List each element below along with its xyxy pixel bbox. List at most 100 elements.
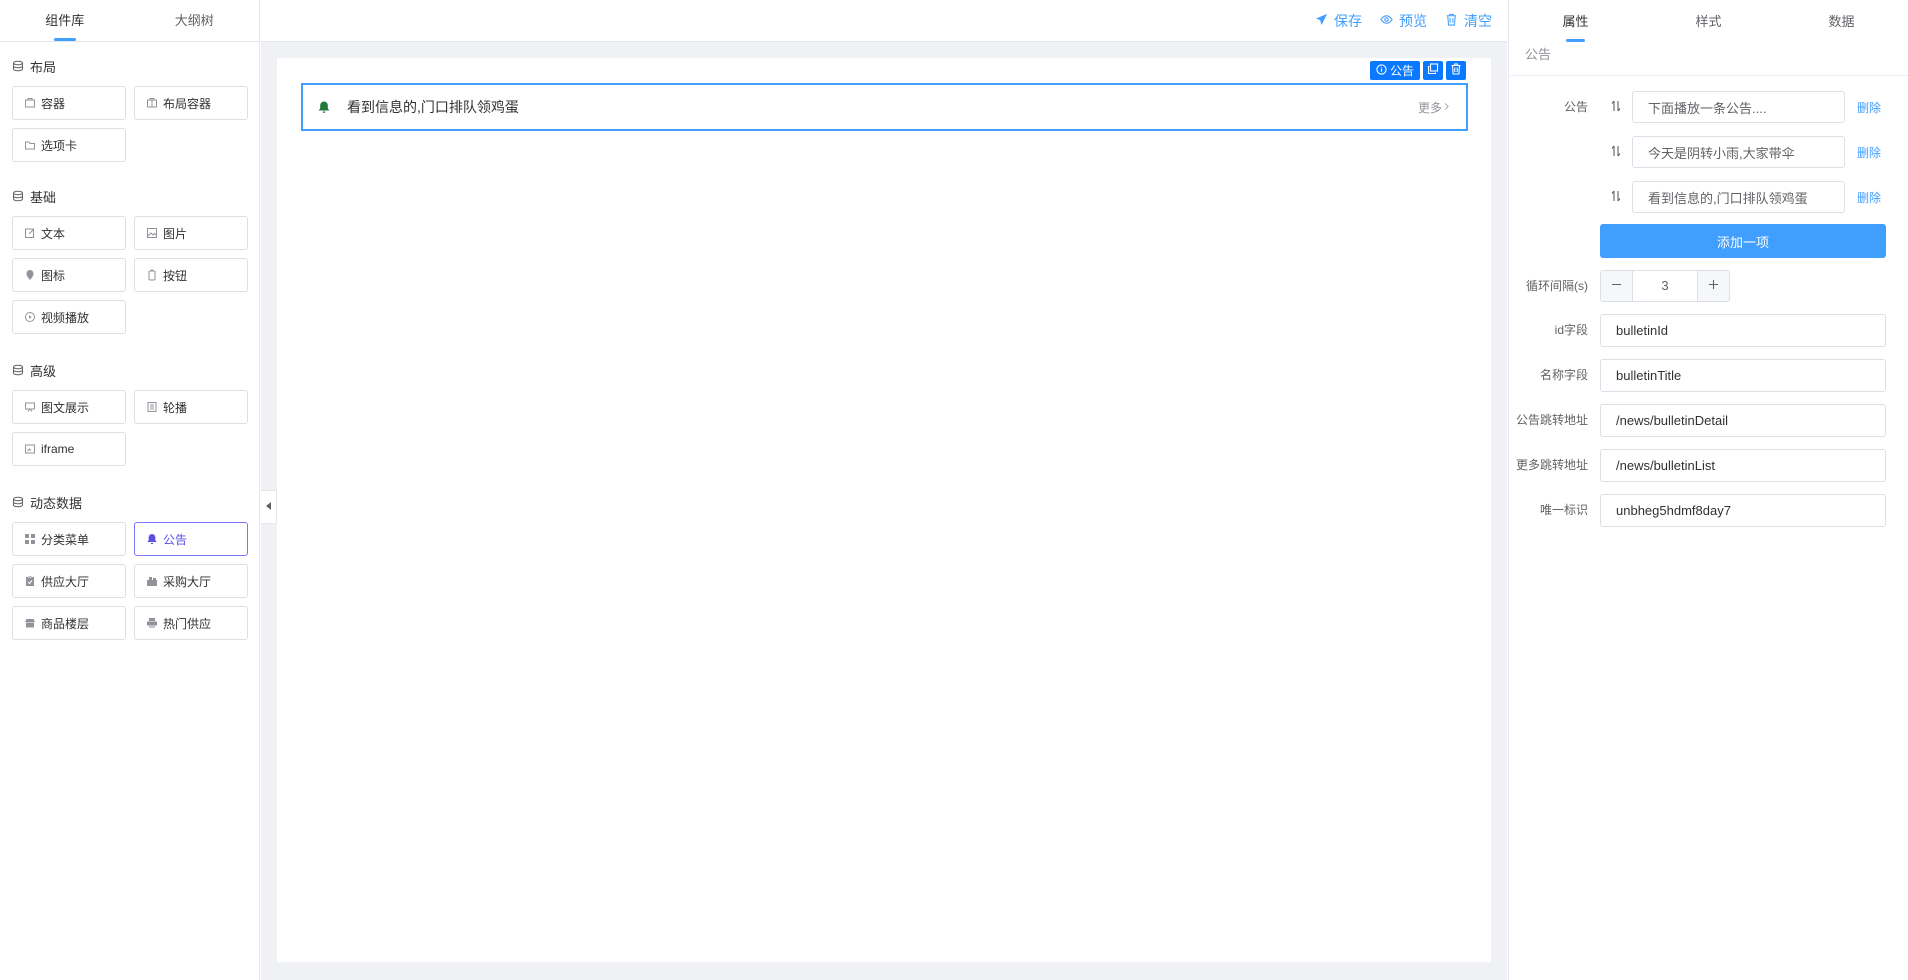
comp-category-menu[interactable]: 分类菜单 <box>12 522 126 556</box>
comp-video[interactable]: 视频播放 <box>12 300 126 334</box>
tab-outline-tree[interactable]: 大纲树 <box>130 0 260 41</box>
comp-carousel[interactable]: 轮播 <box>134 390 248 424</box>
unique-id-label: 唯一标识 <box>1539 503 1588 517</box>
trash-icon <box>1445 13 1458 29</box>
add-item-button[interactable]: 添加一项 <box>1600 224 1886 258</box>
database-icon <box>12 190 24 202</box>
right-tabs: 属性 样式 数据 <box>1509 0 1908 42</box>
comp-image[interactable]: 图片 <box>134 216 248 250</box>
send-icon <box>1315 13 1328 29</box>
unique-id-input[interactable] <box>1600 494 1886 527</box>
bulletin-item-input[interactable] <box>1632 181 1845 213</box>
left-tabs: 组件库 大纲树 <box>0 0 259 42</box>
tab-style[interactable]: 样式 <box>1642 0 1775 42</box>
group-title: 布局 <box>30 59 57 75</box>
preview-button[interactable]: 预览 <box>1380 11 1427 31</box>
group-basic: 基础 文本 图片 图标 按钮 视频播放 <box>0 186 259 334</box>
eye-icon <box>1380 13 1393 29</box>
canvas-page[interactable]: 公告 看到信息的,门口排队领鸡蛋 更多 <box>277 58 1491 962</box>
delete-item-link[interactable]: 删除 <box>1857 189 1881 206</box>
comp-product-floor[interactable]: 商品楼层 <box>12 606 126 640</box>
group-advanced: 高级 图文展示 轮播 iframe <box>0 360 259 466</box>
bulletin-item-input[interactable] <box>1632 91 1845 123</box>
tab-component-library[interactable]: 组件库 <box>0 0 130 41</box>
comp-button[interactable]: 按钮 <box>134 258 248 292</box>
image-icon <box>146 227 158 239</box>
database-icon <box>12 496 24 508</box>
selected-component-tag: 公告 <box>1369 61 1420 80</box>
collapse-panel-toggle[interactable] <box>261 490 277 524</box>
copy-component-button[interactable] <box>1423 61 1443 80</box>
delete-item-link[interactable]: 删除 <box>1857 99 1881 116</box>
print-icon <box>146 617 158 629</box>
plus-icon <box>1708 277 1719 295</box>
shop-icon <box>24 617 36 629</box>
bulletin-text: 看到信息的,门口排队领鸡蛋 <box>347 99 519 115</box>
component-panel: 组件库 大纲树 布局 容器 布局容器 选项卡 基础 文本 图片 图标 按钮 视频… <box>0 0 260 980</box>
sort-handle-icon[interactable] <box>1600 145 1632 160</box>
more-jump-url-input[interactable] <box>1600 449 1886 482</box>
bulletin-item: 删除 <box>1600 136 1908 168</box>
canvas-area: 公告 看到信息的,门口排队领鸡蛋 更多 <box>261 42 1507 980</box>
interval-value[interactable]: 3 <box>1633 271 1697 301</box>
properties-panel: 属性 样式 数据 公告 公告 删除 删除 删除 <box>1508 0 1908 980</box>
folder-icon <box>24 139 36 151</box>
clear-button[interactable]: 清空 <box>1445 11 1492 31</box>
delete-component-button[interactable] <box>1446 61 1466 80</box>
iframe-icon <box>24 443 36 455</box>
bulletin-items-label: 公告 <box>1563 100 1588 114</box>
decrement-button[interactable] <box>1601 271 1633 301</box>
top-toolbar: 保存 预览 清空 <box>261 0 1507 42</box>
video-icon <box>24 311 36 323</box>
database-icon <box>12 60 24 72</box>
bulletin-item: 删除 <box>1600 181 1908 213</box>
minus-icon <box>1611 277 1622 295</box>
bulletin-component[interactable]: 看到信息的,门口排队领鸡蛋 更多 <box>301 83 1468 131</box>
tab-properties[interactable]: 属性 <box>1509 0 1642 42</box>
clipboard-icon <box>24 575 36 587</box>
increment-button[interactable] <box>1697 271 1729 301</box>
bulletin-item-input[interactable] <box>1632 136 1845 168</box>
sort-handle-icon[interactable] <box>1600 100 1632 115</box>
bell-icon <box>317 100 331 114</box>
comp-iframe[interactable]: iframe <box>12 432 126 466</box>
comp-layout-container[interactable]: 布局容器 <box>134 86 248 120</box>
comp-hot-supply[interactable]: 热门供应 <box>134 606 248 640</box>
layout-container-icon <box>146 97 158 109</box>
bulletin-more-link[interactable]: 更多 <box>1418 99 1450 116</box>
name-field-input[interactable] <box>1600 359 1886 392</box>
info-icon <box>1376 63 1387 78</box>
comp-bulletin[interactable]: 公告 <box>134 522 248 556</box>
jump-url-input[interactable] <box>1600 404 1886 437</box>
tab-data[interactable]: 数据 <box>1775 0 1908 42</box>
comp-purchase-hall[interactable]: 采购大厅 <box>134 564 248 598</box>
comp-container[interactable]: 容器 <box>12 86 126 120</box>
group-title: 基础 <box>30 189 57 205</box>
delete-item-link[interactable]: 删除 <box>1857 144 1881 161</box>
id-field-label: id字段 <box>1554 323 1588 337</box>
more-jump-url-label: 更多跳转地址 <box>1515 458 1588 472</box>
comp-icon[interactable]: 图标 <box>12 258 126 292</box>
cart-icon <box>146 575 158 587</box>
sort-handle-icon[interactable] <box>1600 190 1632 205</box>
comp-picture-text[interactable]: 图文展示 <box>12 390 126 424</box>
save-button[interactable]: 保存 <box>1315 11 1362 31</box>
group-title: 动态数据 <box>30 495 83 511</box>
chevron-right-icon <box>1444 100 1450 114</box>
database-icon <box>12 364 24 376</box>
bell-icon <box>146 533 158 545</box>
id-field-input[interactable] <box>1600 314 1886 347</box>
pin-icon <box>24 269 36 281</box>
picture-text-icon <box>24 401 36 413</box>
copy-icon <box>1427 63 1439 78</box>
comp-text[interactable]: 文本 <box>12 216 126 250</box>
properties-form: 公告 删除 删除 删除 添加一项 <box>1509 76 1908 527</box>
button-icon <box>146 269 158 281</box>
container-icon <box>24 97 36 109</box>
carousel-icon <box>146 401 158 413</box>
group-dynamic-data: 动态数据 分类菜单 公告 供应大厅 采购大厅 商品楼层 热门供应 <box>0 492 259 640</box>
bulletin-item: 删除 <box>1600 91 1908 123</box>
breadcrumb: 公告 <box>1509 42 1908 76</box>
comp-supply-hall[interactable]: 供应大厅 <box>12 564 126 598</box>
comp-tabs[interactable]: 选项卡 <box>12 128 126 162</box>
